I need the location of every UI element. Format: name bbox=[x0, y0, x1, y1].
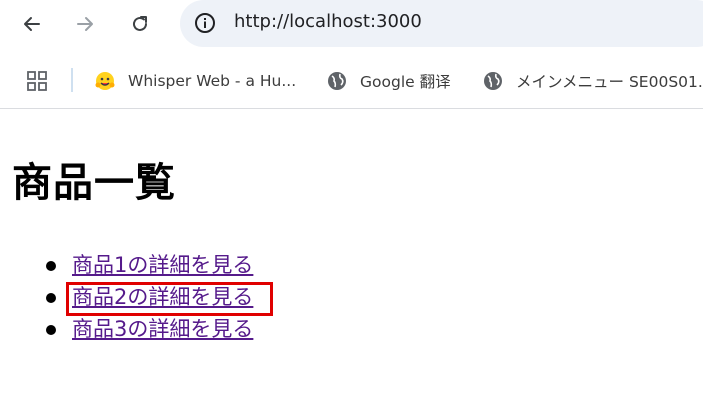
product-1-detail-link[interactable]: 商品1の詳細を見る bbox=[72, 250, 253, 280]
toolbar-divider bbox=[0, 108, 703, 109]
product-2-detail-link[interactable]: 商品2の詳細を見る bbox=[72, 282, 253, 312]
bookmark-google-translate[interactable]: Google 翻译 bbox=[326, 69, 451, 93]
bullet bbox=[46, 293, 56, 303]
url-text[interactable]: http://localhost:3000 bbox=[234, 11, 422, 32]
bookmark-whisper-web[interactable]: Whisper Web - a Hu... bbox=[94, 69, 296, 93]
product-3-detail-link[interactable]: 商品3の詳細を見る bbox=[72, 314, 253, 344]
back-button[interactable] bbox=[18, 10, 46, 38]
reload-button[interactable] bbox=[126, 10, 154, 38]
arrow-right-icon bbox=[77, 17, 93, 31]
forward-button[interactable] bbox=[71, 10, 99, 38]
bullet bbox=[46, 261, 56, 271]
hugging-face-icon bbox=[94, 70, 116, 92]
info-icon[interactable] bbox=[193, 11, 217, 35]
bookmarks-separator bbox=[71, 68, 73, 92]
bookmarks-bar: Whisper Web - a Hu... Google 翻译 メインメニュー … bbox=[0, 54, 703, 108]
page-title: 商品一覧 bbox=[12, 160, 176, 206]
bullet bbox=[46, 325, 56, 335]
arrow-left-icon bbox=[24, 17, 40, 31]
apps-grid-icon bbox=[27, 71, 47, 91]
globe-icon bbox=[326, 70, 348, 92]
apps-button[interactable] bbox=[26, 69, 48, 93]
globe-icon bbox=[482, 70, 504, 92]
bookmark-label: Google 翻译 bbox=[360, 73, 451, 91]
reload-icon bbox=[133, 16, 147, 31]
bookmark-main-menu[interactable]: メインメニュー SE00S01... bbox=[482, 69, 703, 93]
bookmark-label: メインメニュー SE00S01... bbox=[516, 73, 703, 91]
bookmark-label: Whisper Web - a Hu... bbox=[128, 72, 297, 90]
browser-toolbar: http://localhost:3000 bbox=[0, 0, 703, 54]
